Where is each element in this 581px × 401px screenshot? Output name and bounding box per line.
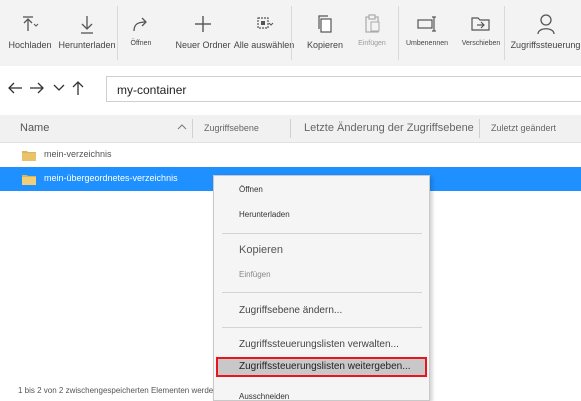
menu-item-manage-acl[interactable]: Zugriffssteuerungslisten verwalten... bbox=[239, 339, 399, 350]
address-bar[interactable]: my-container bbox=[106, 76, 581, 102]
copy-button[interactable]: Kopieren bbox=[302, 0, 348, 66]
upload-button[interactable]: Hochladen bbox=[6, 0, 54, 66]
rename-label: Umbenennen bbox=[405, 40, 449, 47]
clipboard-icon bbox=[359, 12, 385, 36]
menu-divider bbox=[222, 327, 422, 328]
folder-name: mein-übergeordnetes-verzeichnis bbox=[44, 173, 178, 183]
context-menu: Öffnen Herunterladen Kopieren Einfügen Z… bbox=[213, 175, 430, 401]
folder-icon bbox=[22, 175, 36, 185]
rename-icon bbox=[414, 12, 440, 36]
upload-icon bbox=[17, 12, 43, 36]
select-all-icon bbox=[251, 12, 277, 36]
copy-label: Kopieren bbox=[306, 40, 344, 50]
move-folder-icon bbox=[468, 12, 494, 36]
menu-item-open[interactable]: Öffnen bbox=[239, 185, 263, 194]
toolbar-divider bbox=[504, 6, 505, 60]
menu-item-propagate-acl[interactable]: Zugriffssteuerungslisten weitergeben... bbox=[239, 361, 411, 372]
list-item-selected[interactable]: mein-übergeordnetes-verzeichnis bbox=[0, 167, 192, 191]
menu-divider bbox=[222, 233, 422, 234]
paste-label: Einfügen bbox=[358, 40, 386, 47]
new-folder-button[interactable]: Neuer Ordner bbox=[172, 0, 234, 66]
select-all-button[interactable]: Alle auswählen bbox=[232, 0, 296, 66]
person-icon bbox=[533, 12, 559, 36]
share-arrow-icon bbox=[128, 12, 154, 36]
column-name[interactable]: Name bbox=[20, 115, 49, 142]
column-access-tier[interactable]: Zugriffsebene bbox=[204, 115, 259, 142]
rename-button[interactable]: Umbenennen bbox=[402, 0, 452, 66]
menu-item-download[interactable]: Herunterladen bbox=[239, 210, 290, 219]
access-control-button[interactable]: Zugriffssteuerung bbox=[510, 0, 581, 66]
back-arrow-icon[interactable] bbox=[7, 78, 23, 98]
menu-item-paste[interactable]: Einfügen bbox=[239, 270, 271, 279]
column-divider bbox=[479, 119, 480, 138]
open-button[interactable]: Öffnen bbox=[124, 0, 158, 66]
up-arrow-icon[interactable] bbox=[70, 78, 86, 98]
paste-button[interactable]: Einfügen bbox=[350, 0, 394, 66]
upload-label: Hochladen bbox=[8, 40, 52, 50]
move-button[interactable]: Verschieben bbox=[456, 0, 506, 66]
toolbar-divider bbox=[291, 6, 292, 60]
column-sort-icon[interactable] bbox=[177, 115, 187, 142]
plus-icon bbox=[190, 12, 216, 36]
chevron-down-icon[interactable] bbox=[51, 78, 67, 98]
toolbar-divider bbox=[398, 6, 399, 60]
forward-arrow-icon[interactable] bbox=[29, 78, 45, 98]
menu-item-change-tier[interactable]: Zugriffsebene ändern... bbox=[239, 305, 342, 316]
menu-item-copy[interactable]: Kopieren bbox=[239, 244, 283, 256]
column-tier-changed[interactable]: Letzte Änderung der Zugriffsebene bbox=[304, 115, 474, 142]
list-item[interactable]: mein-verzeichnis bbox=[0, 143, 581, 167]
download-button[interactable]: Herunterladen bbox=[58, 0, 116, 66]
folder-icon bbox=[22, 151, 36, 161]
download-icon bbox=[74, 12, 100, 36]
download-label: Herunterladen bbox=[58, 40, 116, 50]
copy-icon bbox=[312, 12, 338, 36]
move-label: Verschieben bbox=[461, 40, 501, 47]
open-label: Öffnen bbox=[130, 40, 152, 47]
select-all-label: Alle auswählen bbox=[233, 40, 295, 50]
menu-item-partial[interactable]: Ausschneiden bbox=[239, 392, 289, 400]
toolbar: Hochladen Herunterladen Öffnen Neuer Ord… bbox=[0, 0, 581, 67]
folder-name: mein-verzeichnis bbox=[44, 149, 112, 159]
column-divider bbox=[290, 119, 291, 138]
toolbar-divider bbox=[117, 6, 118, 60]
new-folder-label: Neuer Ordner bbox=[175, 40, 231, 50]
access-control-label: Zugriffssteuerung bbox=[510, 40, 581, 50]
column-header: Name Zugriffsebene Letzte Änderung der Z… bbox=[0, 115, 581, 143]
menu-divider bbox=[222, 292, 422, 293]
column-last-modified[interactable]: Zuletzt geändert bbox=[491, 115, 556, 142]
column-divider bbox=[192, 119, 193, 138]
